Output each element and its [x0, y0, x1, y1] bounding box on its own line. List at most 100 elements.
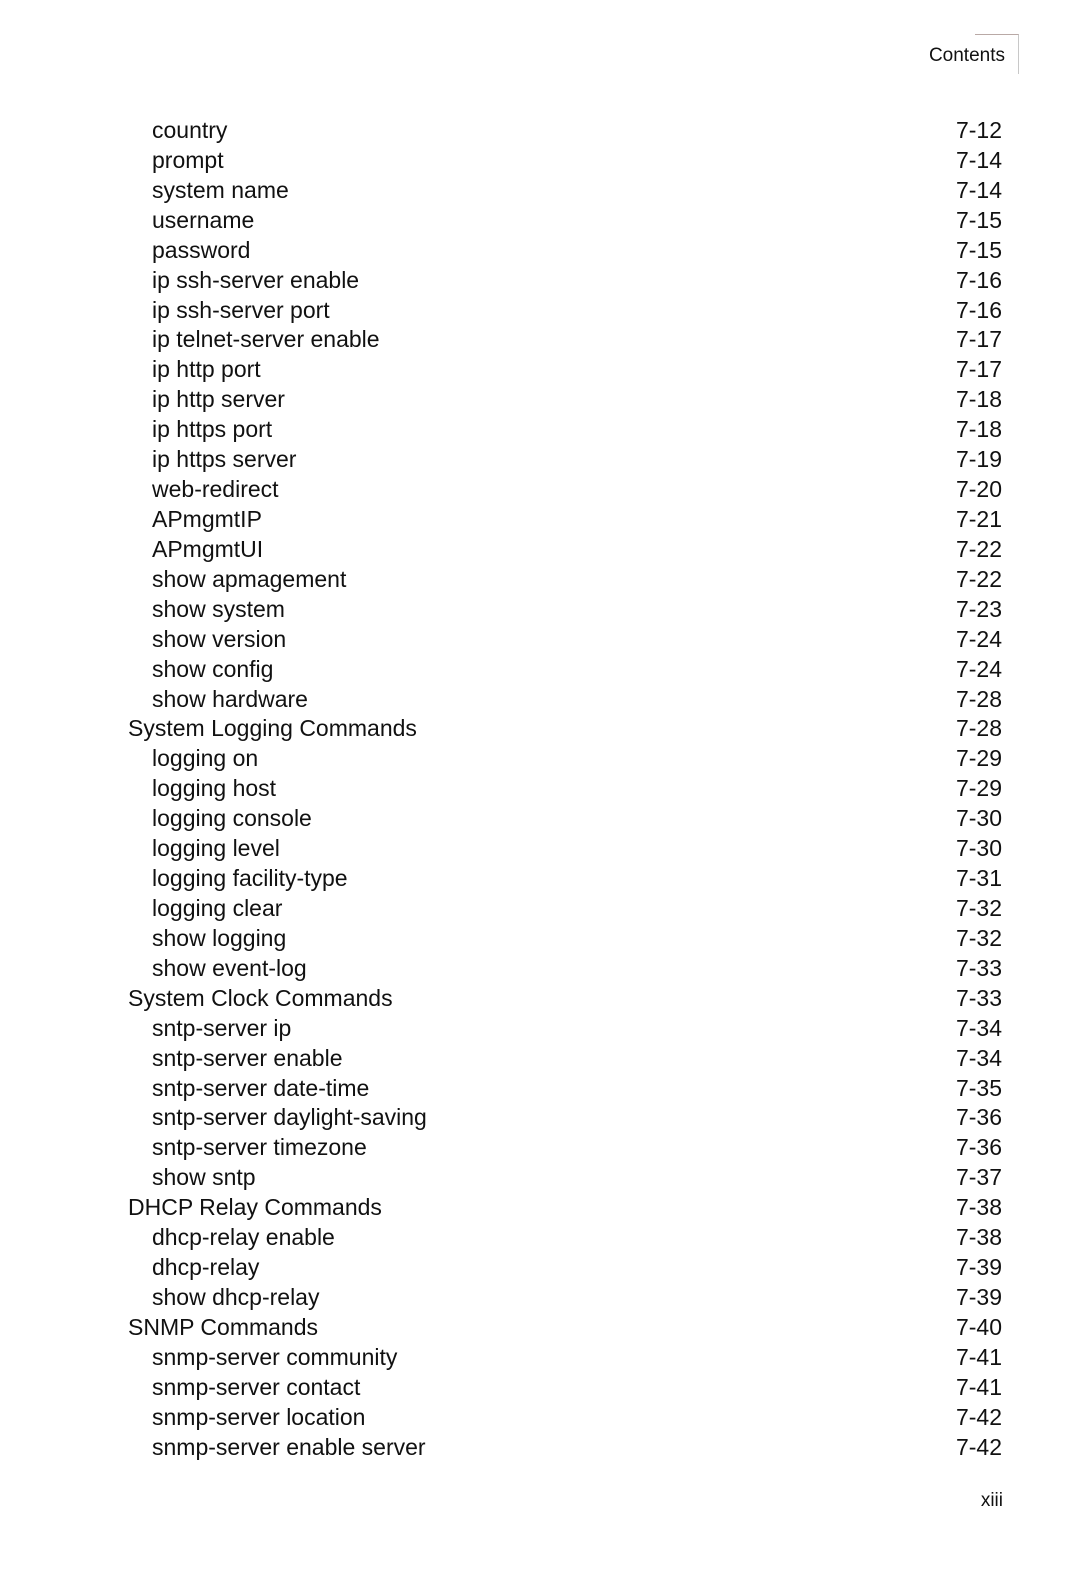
toc-entry-page[interactable]: 7-19 [956, 445, 1002, 475]
toc-entry-title[interactable]: system name [152, 176, 289, 206]
toc-entry[interactable]: sntp-server daylight-saving 7-36 [0, 1103, 1080, 1133]
toc-entry[interactable]: dhcp-relay enable 7-38 [0, 1223, 1080, 1253]
toc-entry-page[interactable]: 7-32 [956, 894, 1002, 924]
toc-section-entry[interactable]: System Clock Commands 7-33 [0, 984, 1080, 1014]
toc-entry[interactable]: prompt 7-14 [0, 146, 1080, 176]
toc-entry-title[interactable]: web-redirect [152, 475, 279, 505]
toc-entry-page[interactable]: 7-18 [956, 385, 1002, 415]
toc-entry-title[interactable]: sntp-server enable [152, 1044, 343, 1074]
toc-entry-title[interactable]: prompt [152, 146, 224, 176]
toc-entry-title[interactable]: ip telnet-server enable [152, 325, 380, 355]
toc-entry-page[interactable]: 7-16 [956, 296, 1002, 326]
toc-entry-page[interactable]: 7-40 [956, 1313, 1002, 1343]
toc-entry-title[interactable]: APmgmtIP [152, 505, 262, 535]
toc-entry-title[interactable]: show dhcp-relay [152, 1283, 319, 1313]
toc-entry[interactable]: snmp-server location 7-42 [0, 1403, 1080, 1433]
toc-entry-title[interactable]: username [152, 206, 254, 236]
toc-entry-page[interactable]: 7-12 [956, 116, 1002, 146]
toc-entry-title[interactable]: ip ssh-server enable [152, 266, 359, 296]
toc-entry-title[interactable]: logging clear [152, 894, 282, 924]
toc-entry[interactable]: show config 7-24 [0, 655, 1080, 685]
toc-entry-title[interactable]: dhcp-relay [152, 1253, 259, 1283]
toc-entry-page[interactable]: 7-16 [956, 266, 1002, 296]
toc-entry-title[interactable]: logging level [152, 834, 280, 864]
toc-entry[interactable]: logging facility-type 7-31 [0, 864, 1080, 894]
toc-entry-title[interactable]: ip http port [152, 355, 261, 385]
toc-entry[interactable]: sntp-server enable 7-34 [0, 1044, 1080, 1074]
toc-entry-page[interactable]: 7-29 [956, 774, 1002, 804]
toc-entry-title[interactable]: System Logging Commands [128, 714, 417, 744]
toc-entry[interactable]: country 7-12 [0, 116, 1080, 146]
toc-entry-page[interactable]: 7-34 [956, 1014, 1002, 1044]
toc-entry-page[interactable]: 7-38 [956, 1193, 1002, 1223]
toc-entry[interactable]: system name 7-14 [0, 176, 1080, 206]
toc-entry-title[interactable]: dhcp-relay enable [152, 1223, 335, 1253]
toc-entry-title[interactable]: show apmagement [152, 565, 346, 595]
toc-entry[interactable]: sntp-server date-time 7-35 [0, 1074, 1080, 1104]
toc-entry-page[interactable]: 7-37 [956, 1163, 1002, 1193]
toc-entry-page[interactable]: 7-36 [956, 1133, 1002, 1163]
toc-entry-page[interactable]: 7-18 [956, 415, 1002, 445]
toc-section-entry[interactable]: DHCP Relay Commands 7-38 [0, 1193, 1080, 1223]
toc-entry-title[interactable]: show hardware [152, 685, 308, 715]
toc-entry-title[interactable]: show config [152, 655, 273, 685]
toc-entry-title[interactable]: show version [152, 625, 286, 655]
toc-entry-page[interactable]: 7-34 [956, 1044, 1002, 1074]
toc-entry[interactable]: ip https server 7-19 [0, 445, 1080, 475]
toc-entry-page[interactable]: 7-24 [956, 655, 1002, 685]
toc-entry[interactable]: APmgmtUI 7-22 [0, 535, 1080, 565]
toc-entry[interactable]: ip telnet-server enable 7-17 [0, 325, 1080, 355]
toc-entry-title[interactable]: APmgmtUI [152, 535, 263, 565]
toc-entry-title[interactable]: logging host [152, 774, 276, 804]
toc-entry-page[interactable]: 7-22 [956, 535, 1002, 565]
toc-entry[interactable]: show event-log 7-33 [0, 954, 1080, 984]
toc-entry-title[interactable]: ip https server [152, 445, 296, 475]
toc-entry-page[interactable]: 7-41 [956, 1343, 1002, 1373]
toc-entry-page[interactable]: 7-22 [956, 565, 1002, 595]
toc-entry[interactable]: logging level 7-30 [0, 834, 1080, 864]
toc-entry-title[interactable]: snmp-server community [152, 1343, 397, 1373]
toc-entry-page[interactable]: 7-17 [956, 355, 1002, 385]
toc-entry-title[interactable]: ip http server [152, 385, 285, 415]
toc-entry-page[interactable]: 7-23 [956, 595, 1002, 625]
toc-entry-page[interactable]: 7-30 [956, 834, 1002, 864]
toc-entry-page[interactable]: 7-14 [956, 176, 1002, 206]
toc-entry-page[interactable]: 7-14 [956, 146, 1002, 176]
toc-entry-page[interactable]: 7-33 [956, 954, 1002, 984]
toc-entry[interactable]: show dhcp-relay 7-39 [0, 1283, 1080, 1313]
toc-entry[interactable]: snmp-server contact 7-41 [0, 1373, 1080, 1403]
toc-entry-page[interactable]: 7-24 [956, 625, 1002, 655]
toc-entry[interactable]: logging clear 7-32 [0, 894, 1080, 924]
toc-entry[interactable]: show logging 7-32 [0, 924, 1080, 954]
toc-entry-page[interactable]: 7-42 [956, 1433, 1002, 1463]
toc-entry[interactable]: web-redirect 7-20 [0, 475, 1080, 505]
toc-entry[interactable]: snmp-server enable server 7-42 [0, 1433, 1080, 1463]
toc-entry-title[interactable]: System Clock Commands [128, 984, 393, 1014]
toc-entry[interactable]: ip http server 7-18 [0, 385, 1080, 415]
toc-entry-title[interactable]: SNMP Commands [128, 1313, 318, 1343]
toc-entry-page[interactable]: 7-36 [956, 1103, 1002, 1133]
toc-entry-page[interactable]: 7-30 [956, 804, 1002, 834]
toc-entry-page[interactable]: 7-20 [956, 475, 1002, 505]
toc-entry-title[interactable]: snmp-server enable server [152, 1433, 426, 1463]
toc-entry[interactable]: sntp-server timezone 7-36 [0, 1133, 1080, 1163]
toc-entry-page[interactable]: 7-21 [956, 505, 1002, 535]
toc-entry-page[interactable]: 7-31 [956, 864, 1002, 894]
toc-entry[interactable]: sntp-server ip 7-34 [0, 1014, 1080, 1044]
toc-entry-page[interactable]: 7-29 [956, 744, 1002, 774]
toc-entry-page[interactable]: 7-28 [956, 685, 1002, 715]
toc-entry-page[interactable]: 7-38 [956, 1223, 1002, 1253]
toc-entry-page[interactable]: 7-33 [956, 984, 1002, 1014]
toc-entry[interactable]: show hardware 7-28 [0, 685, 1080, 715]
toc-entry[interactable]: snmp-server community 7-41 [0, 1343, 1080, 1373]
toc-entry[interactable]: dhcp-relay 7-39 [0, 1253, 1080, 1283]
toc-entry[interactable]: ip https port 7-18 [0, 415, 1080, 445]
toc-entry-title[interactable]: ip ssh-server port [152, 296, 330, 326]
toc-entry-title[interactable]: sntp-server date-time [152, 1074, 369, 1104]
toc-entry-title[interactable]: show event-log [152, 954, 307, 984]
toc-entry[interactable]: username 7-15 [0, 206, 1080, 236]
toc-entry[interactable]: password 7-15 [0, 236, 1080, 266]
toc-entry[interactable]: show system 7-23 [0, 595, 1080, 625]
toc-section-entry[interactable]: System Logging Commands 7-28 [0, 714, 1080, 744]
toc-entry-title[interactable]: ip https port [152, 415, 272, 445]
